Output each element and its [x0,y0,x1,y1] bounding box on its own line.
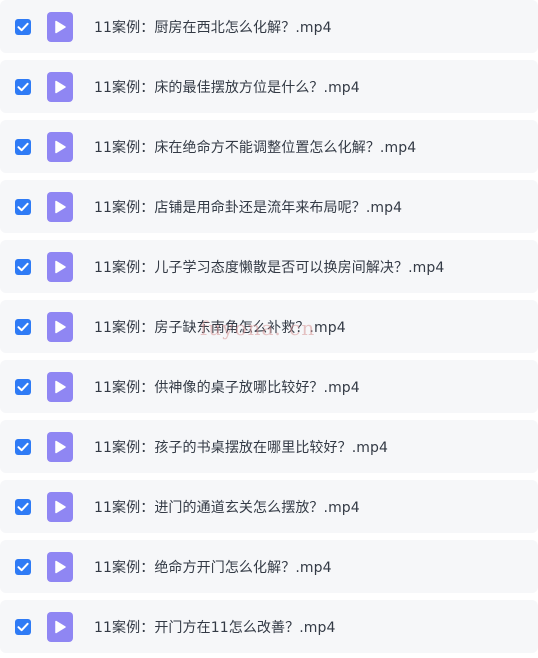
checkmark-icon [17,502,29,511]
video-file-icon [47,551,73,582]
file-name[interactable]: 11案例：进门的通道玄关怎么摆放？.mp4 [94,497,360,517]
play-icon [55,440,66,453]
checkbox-checked[interactable] [15,558,31,575]
checkbox-checked[interactable] [15,78,31,95]
file-row[interactable]: 11案例：店铺是用命卦还是流年来布局呢？.mp4 [0,180,538,233]
play-icon [55,320,66,333]
file-name[interactable]: 11案例：儿子学习态度懒散是否可以换房间解决？.mp4 [94,257,444,277]
checkbox-checked[interactable] [15,378,31,395]
file-row[interactable]: 11案例：床在绝命方不能调整位置怎么化解？.mp4 [0,120,538,173]
video-file-icon [47,371,73,402]
checkmark-icon [17,442,29,451]
video-file-icon [47,611,73,642]
file-name[interactable]: 11案例：床的最佳摆放方位是什么？.mp4 [94,77,360,97]
file-row[interactable]: 11案例：厨房在西北怎么化解？.mp4 [0,0,538,53]
file-row[interactable]: 11案例：房子缺东南角怎么补救？.mp4 [0,300,538,353]
video-file-icon [47,431,73,462]
file-name[interactable]: 11案例：绝命方开门怎么化解？.mp4 [94,557,332,577]
video-file-icon [47,191,73,222]
play-icon [55,140,66,153]
checkmark-icon [17,322,29,331]
play-icon [55,20,66,33]
checkbox-checked[interactable] [15,438,31,455]
file-row[interactable]: 11案例：绝命方开门怎么化解？.mp4 [0,540,538,593]
video-file-icon [47,311,73,342]
video-file-icon [47,71,73,102]
file-name[interactable]: 11案例：开门方在11怎么改善？.mp4 [94,617,336,637]
file-name[interactable]: 11案例：店铺是用命卦还是流年来布局呢？.mp4 [94,197,402,217]
video-file-icon [47,131,73,162]
file-row[interactable]: 11案例：孩子的书桌摆放在哪里比较好？.mp4 [0,420,538,473]
checkbox-checked[interactable] [15,498,31,515]
file-row[interactable]: 11案例：床的最佳摆放方位是什么？.mp4 [0,60,538,113]
play-icon [55,500,66,513]
video-file-icon [47,11,73,42]
checkmark-icon [17,82,29,91]
play-icon [55,560,66,573]
play-icon [55,380,66,393]
checkbox-checked[interactable] [15,198,31,215]
file-row[interactable]: 11案例：进门的通道玄关怎么摆放？.mp4 [0,480,538,533]
checkbox-checked[interactable] [15,18,31,35]
checkbox-checked[interactable] [15,138,31,155]
file-name[interactable]: 11案例：床在绝命方不能调整位置怎么化解？.mp4 [94,137,416,157]
video-file-icon [47,491,73,522]
checkmark-icon [17,202,29,211]
file-name[interactable]: 11案例：孩子的书桌摆放在哪里比较好？.mp4 [94,437,388,457]
file-name[interactable]: 11案例：房子缺东南角怎么补救？.mp4 [94,317,346,337]
checkbox-checked[interactable] [15,318,31,335]
file-row[interactable]: 11案例：儿子学习态度懒散是否可以换房间解决？.mp4 [0,240,538,293]
file-list: 11案例：厨房在西北怎么化解？.mp4 11案例：床的最佳摆放方位是什么？.mp… [0,0,538,658]
play-icon [55,620,66,633]
play-icon [55,200,66,213]
file-row[interactable]: 11案例：供神像的桌子放哪比较好？.mp4 [0,360,538,413]
checkmark-icon [17,622,29,631]
checkmark-icon [17,562,29,571]
checkmark-icon [17,262,29,271]
checkbox-checked[interactable] [15,618,31,635]
file-name[interactable]: 11案例：厨房在西北怎么化解？.mp4 [94,17,332,37]
checkmark-icon [17,22,29,31]
file-row[interactable]: 11案例：开门方在11怎么改善？.mp4 [0,600,538,653]
play-icon [55,80,66,93]
file-name[interactable]: 11案例：供神像的桌子放哪比较好？.mp4 [94,377,360,397]
checkmark-icon [17,142,29,151]
checkbox-checked[interactable] [15,258,31,275]
checkmark-icon [17,382,29,391]
play-icon [55,260,66,273]
video-file-icon [47,251,73,282]
